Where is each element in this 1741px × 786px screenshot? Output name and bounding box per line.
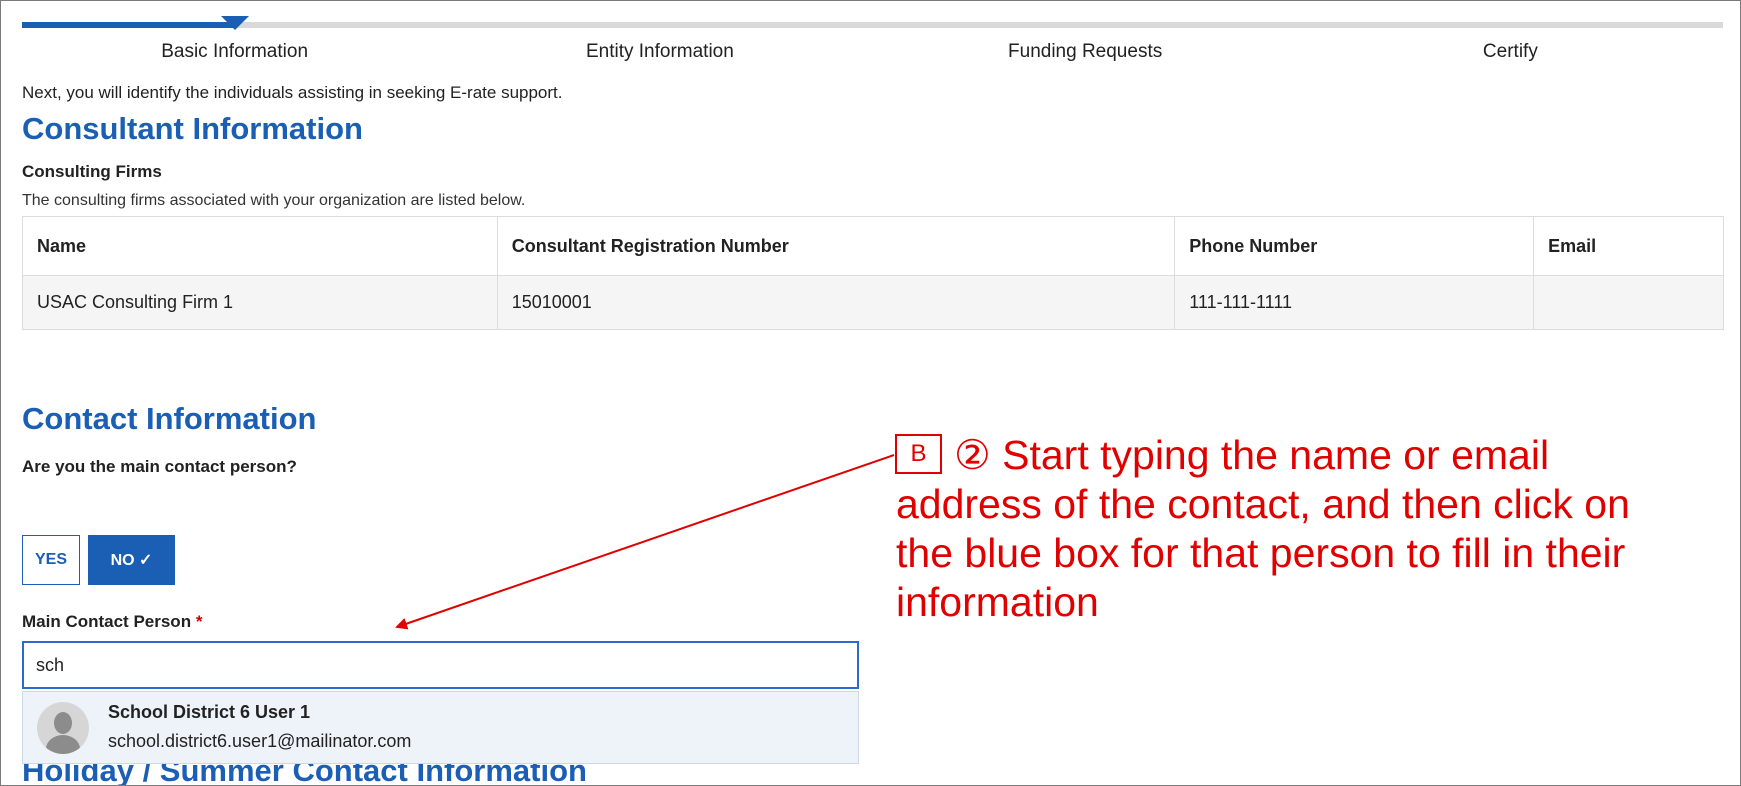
- annotation-text: ② Start typing the name or email address…: [896, 432, 1630, 625]
- annotation-badge: B: [895, 434, 942, 474]
- annotation-arrow: [395, 454, 895, 630]
- page-frame: Basic Information Entity Information Fun…: [0, 0, 1741, 786]
